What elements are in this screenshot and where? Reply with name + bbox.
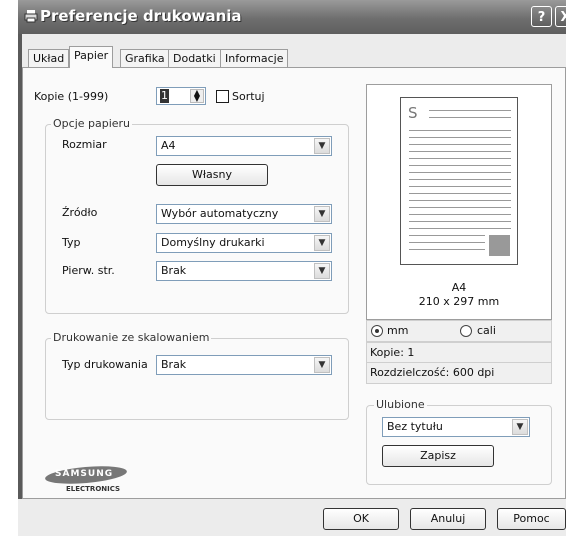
help-title-button[interactable]: ? xyxy=(531,6,552,27)
first-page-select[interactable]: Brak ▼ xyxy=(156,261,332,281)
tab-extras[interactable]: Dodatki xyxy=(168,49,221,67)
chevron-down-icon[interactable]: ▼ xyxy=(314,206,330,222)
favorites-select[interactable]: Bez tytułu ▼ xyxy=(382,417,530,437)
chevron-down-icon[interactable]: ▼ xyxy=(314,357,330,373)
logo-brand: SAMSUNG xyxy=(55,469,114,479)
ok-button[interactable]: OK xyxy=(323,508,399,530)
window-title: Preferencje drukowania xyxy=(40,7,242,25)
copies-info: Kopie: 1 xyxy=(366,342,552,364)
source-select[interactable]: Wybór automatyczny ▼ xyxy=(156,204,332,224)
size-select[interactable]: A4 ▼ xyxy=(156,136,332,156)
preview-page: S xyxy=(400,97,518,265)
type-label: Typ xyxy=(62,236,81,249)
source-value: Wybór automatyczny xyxy=(161,207,279,220)
copies-spinner[interactable]: 1 ▲ ▼ xyxy=(156,87,206,105)
samsung-logo: SAMSUNG xyxy=(44,466,130,486)
help-button[interactable]: Pomoc xyxy=(497,508,566,530)
close-title-button[interactable]: X xyxy=(555,6,566,27)
units-row: mm cali xyxy=(366,320,552,342)
unit-inch-radio[interactable] xyxy=(460,325,472,337)
copies-label: Kopie (1-999) xyxy=(34,90,109,103)
type-value: Domyślny drukarki xyxy=(161,236,265,249)
scaling-group-label: Drukowanie ze skalowaniem xyxy=(51,331,212,344)
tab-paper[interactable]: Papier xyxy=(69,46,114,68)
size-label: Rozmiar xyxy=(62,138,107,151)
favorites-value: Bez tytułu xyxy=(387,420,443,433)
tab-layout[interactable]: Układ xyxy=(28,49,70,67)
print-type-select[interactable]: Brak ▼ xyxy=(156,355,332,375)
type-select[interactable]: Domyślny drukarki ▼ xyxy=(156,233,332,253)
favorites-label: Ulubione xyxy=(374,398,427,411)
save-favorite-button[interactable]: Zapisz xyxy=(382,445,494,467)
paper-name: A4 xyxy=(451,281,467,294)
copies-value[interactable]: 1 xyxy=(160,89,169,103)
unit-inch-label: cali xyxy=(477,324,496,337)
printer-icon xyxy=(24,9,38,23)
print-type-label: Typ drukowania xyxy=(62,358,148,371)
scaling-group xyxy=(45,338,349,420)
collate-checkbox[interactable] xyxy=(216,90,229,103)
tab-graphics[interactable]: Grafika xyxy=(120,49,170,67)
print-type-value: Brak xyxy=(161,358,187,371)
cancel-button[interactable]: Anuluj xyxy=(410,508,486,530)
first-page-label: Pierw. str. xyxy=(62,264,115,277)
paper-dims: 210 x 297 mm xyxy=(418,295,500,308)
resolution-info: Rozdzielczość: 600 dpi xyxy=(366,362,552,384)
logo-sub: ELECTRONICS xyxy=(66,485,121,493)
page-letter: S xyxy=(408,104,418,122)
tab-information[interactable]: Informacje xyxy=(220,49,289,67)
source-label: Źródło xyxy=(62,206,98,219)
custom-size-button[interactable]: Własny xyxy=(156,164,268,186)
chevron-down-icon[interactable]: ▼ xyxy=(314,263,330,279)
collate-label: Sortuj xyxy=(232,90,265,103)
first-page-value: Brak xyxy=(161,264,187,277)
unit-mm-radio[interactable] xyxy=(371,325,383,337)
chevron-down-icon[interactable]: ▼ xyxy=(512,419,528,435)
chevron-down-icon[interactable]: ▼ xyxy=(314,235,330,251)
image-placeholder xyxy=(489,235,510,256)
size-value: A4 xyxy=(161,139,176,152)
chevron-down-icon[interactable]: ▼ xyxy=(314,138,330,154)
spinner-arrows-icon[interactable]: ▲ ▼ xyxy=(190,89,204,103)
unit-mm-label: mm xyxy=(387,324,409,337)
paper-options-label: Opcje papieru xyxy=(51,117,133,130)
